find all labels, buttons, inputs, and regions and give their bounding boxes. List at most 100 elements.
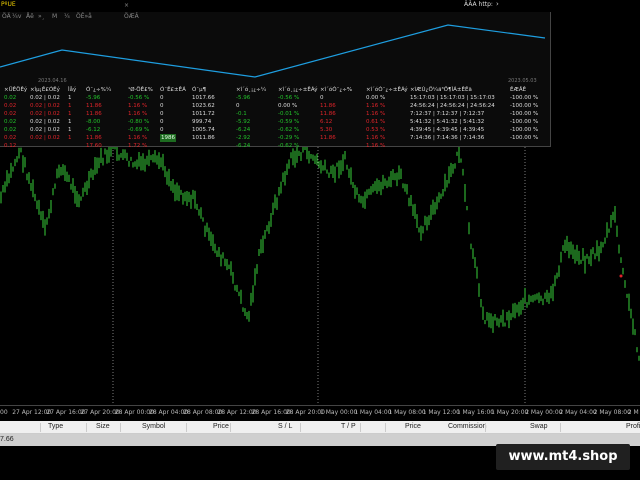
stats-cell: 1 bbox=[68, 111, 72, 117]
stats-cell: -0.01 % bbox=[278, 111, 300, 117]
stats-cell: -100.00 % bbox=[510, 111, 539, 117]
stats-cell: 0.02 | 0.02 bbox=[30, 135, 60, 141]
stats-cell: 0.00 % bbox=[278, 103, 298, 109]
stats-cell: 17.60 bbox=[86, 143, 102, 149]
terminal-column-header[interactable]: Symbol bbox=[142, 423, 165, 430]
terminal-column-header[interactable]: Price bbox=[405, 423, 421, 430]
stats-cell: -100.00 % bbox=[510, 127, 539, 133]
time-axis-label: 1 May 04:00 bbox=[354, 409, 392, 416]
close-icon[interactable]: × bbox=[124, 2, 129, 9]
stats-cell: -0.29 % bbox=[278, 135, 300, 141]
column-separator bbox=[186, 423, 187, 432]
stats-cell: 0.53 % bbox=[366, 127, 386, 133]
stats-cell: -0.56 % bbox=[278, 95, 300, 101]
stats-cell: 5.30 bbox=[320, 127, 333, 133]
stats-header-cell: ×ÜÊÖÊý bbox=[4, 87, 28, 93]
arrow-right-icon[interactable]: › bbox=[496, 0, 499, 8]
stats-cell: -8.00 bbox=[86, 119, 101, 125]
stats-cell: 5:41:32 | 5:41:32 | 5:41:32 bbox=[410, 119, 485, 125]
dashboard-tab[interactable]: Åê bbox=[26, 13, 34, 20]
time-axis-label: 1 May 00:00 bbox=[320, 409, 358, 416]
stats-header-cell: ×î´óÓ¯¿÷% bbox=[320, 87, 353, 93]
stats-cell: 999.74 bbox=[192, 119, 212, 125]
column-separator bbox=[40, 423, 41, 432]
stats-cell: 1.16 % bbox=[366, 135, 386, 141]
terminal-column-header[interactable]: S / L bbox=[278, 423, 292, 430]
stats-cell: -0.69 % bbox=[128, 127, 150, 133]
dashboard-link[interactable]: ÂÂA http: bbox=[464, 1, 493, 8]
stats-cell: 0.12 bbox=[4, 143, 17, 149]
time-axis-label: 2 May 08:00 bbox=[593, 409, 631, 416]
stats-cell: 0 bbox=[236, 103, 240, 109]
dashboard-tab[interactable]: ¼ bbox=[64, 13, 70, 20]
stats-cell: 0.02 | 0.02 bbox=[30, 103, 60, 109]
ea-dashboard-panel: PºUE × ÂÂA http: › ÖÄ ¼v Åê »¸ M ¼ ÖÊ»å … bbox=[0, 0, 551, 150]
dashboard-tab[interactable]: M bbox=[52, 13, 57, 20]
time-axis-label: 1 May 12:00 bbox=[422, 409, 460, 416]
stats-cell: 0 bbox=[160, 103, 164, 109]
graph-date-start: 2023.04.16 bbox=[38, 78, 67, 84]
dashboard-tab[interactable]: ÖÄ bbox=[2, 13, 11, 20]
stats-cell: 1.16 % bbox=[128, 111, 148, 117]
trade-marker bbox=[619, 274, 623, 278]
stats-cell: 0.02 bbox=[4, 119, 17, 125]
stats-cell: -5.96 bbox=[86, 95, 101, 101]
column-separator bbox=[230, 423, 231, 432]
time-axis-label: 2 May 04:00 bbox=[559, 409, 597, 416]
time-axis-label: 2 M bbox=[627, 409, 639, 416]
graph-date-end: 2023.05.03 bbox=[508, 78, 537, 84]
stats-cell: 0.02 bbox=[4, 95, 17, 101]
stats-cell: 0.02 | 0.02 bbox=[30, 95, 60, 101]
stats-cell: 1.16 % bbox=[128, 135, 148, 141]
terminal-column-header[interactable]: Profi bbox=[626, 423, 640, 430]
dashboard-tab[interactable]: ÖÊ»å bbox=[76, 13, 92, 20]
dashboard-tab[interactable]: ¼v bbox=[12, 13, 21, 20]
watermark: www.mt4.shop bbox=[496, 444, 630, 470]
stats-cell: -6.12 bbox=[86, 127, 101, 133]
terminal-column-header[interactable]: Swap bbox=[530, 423, 548, 430]
terminal-column-header[interactable]: Type bbox=[48, 423, 63, 430]
stats-cell: 7:12:37 | 7:12:37 | 7:12:37 bbox=[410, 111, 485, 117]
stats-cell: 0 bbox=[320, 95, 324, 101]
stats-cell: 0.02 | 0.02 bbox=[30, 127, 60, 133]
stats-cell: 11.86 bbox=[86, 103, 102, 109]
stats-cell: -100.00 % bbox=[510, 103, 539, 109]
dashboard-tab[interactable]: ÖÆÂ bbox=[124, 13, 139, 20]
stats-cell: 0.02 | 0.02 bbox=[30, 119, 60, 125]
terminal-column-header[interactable]: Price bbox=[213, 423, 229, 430]
stats-row: 0.02 0.02 | 0.02 1 11.86 1.16 % 0 1023.62 0 0.00… bbox=[0, 102, 551, 110]
terminal-column-header[interactable]: Commission bbox=[448, 423, 487, 430]
column-separator bbox=[300, 423, 301, 432]
stats-cell: -0.62 % bbox=[278, 127, 300, 133]
stats-cell: 11.86 bbox=[86, 111, 102, 117]
stats-cell: 0.02 bbox=[4, 135, 17, 141]
stats-cell: -0.56 % bbox=[128, 95, 150, 101]
stats-cell: 4:39:45 | 4:39:45 | 4:39:45 bbox=[410, 127, 485, 133]
column-separator bbox=[120, 423, 121, 432]
terminal-column-header[interactable]: Size bbox=[96, 423, 110, 430]
stats-cell: -0.62 % bbox=[278, 143, 300, 149]
stats-cell: -6.24 bbox=[236, 143, 251, 149]
stats-cell: -100.00 % bbox=[510, 95, 539, 101]
stats-cell: 15:17:03 | 15:17:03 | 15:17:03 bbox=[410, 95, 495, 101]
dashboard-tab[interactable]: »¸ bbox=[38, 13, 45, 20]
stats-row: 0.02 0.02 | 0.02 1 -5.96 -0.56 % 0 1017.66 -5.9… bbox=[0, 94, 551, 102]
stats-cell: -5.96 bbox=[236, 95, 251, 101]
column-separator bbox=[485, 423, 486, 432]
stats-cell: 1011.86 bbox=[192, 135, 215, 141]
stats-cell: 0 bbox=[160, 111, 164, 117]
stats-cell: 1011.72 bbox=[192, 111, 215, 117]
stats-header-cell: Ìåý bbox=[68, 87, 77, 93]
watermark-text: www.mt4.shop bbox=[508, 449, 618, 464]
equity-line bbox=[0, 24, 546, 78]
stats-cell: 0.61 % bbox=[366, 119, 386, 125]
stats-cell: -0.1 bbox=[236, 111, 247, 117]
terminal-column-header[interactable]: T / P bbox=[341, 423, 356, 430]
stats-cell: 1.16 % bbox=[366, 111, 386, 117]
stats-cell: 1 bbox=[68, 95, 72, 101]
stats-cell: 0 bbox=[160, 95, 164, 101]
stats-cell: -2.92 bbox=[236, 135, 251, 141]
stats-row: 0.12 17.60 1.72 % -6.24 -0.62 % 1.16 % bbox=[0, 142, 551, 150]
stats-cell: -100.00 % bbox=[510, 119, 539, 125]
stats-cell: -6.24 bbox=[236, 127, 251, 133]
